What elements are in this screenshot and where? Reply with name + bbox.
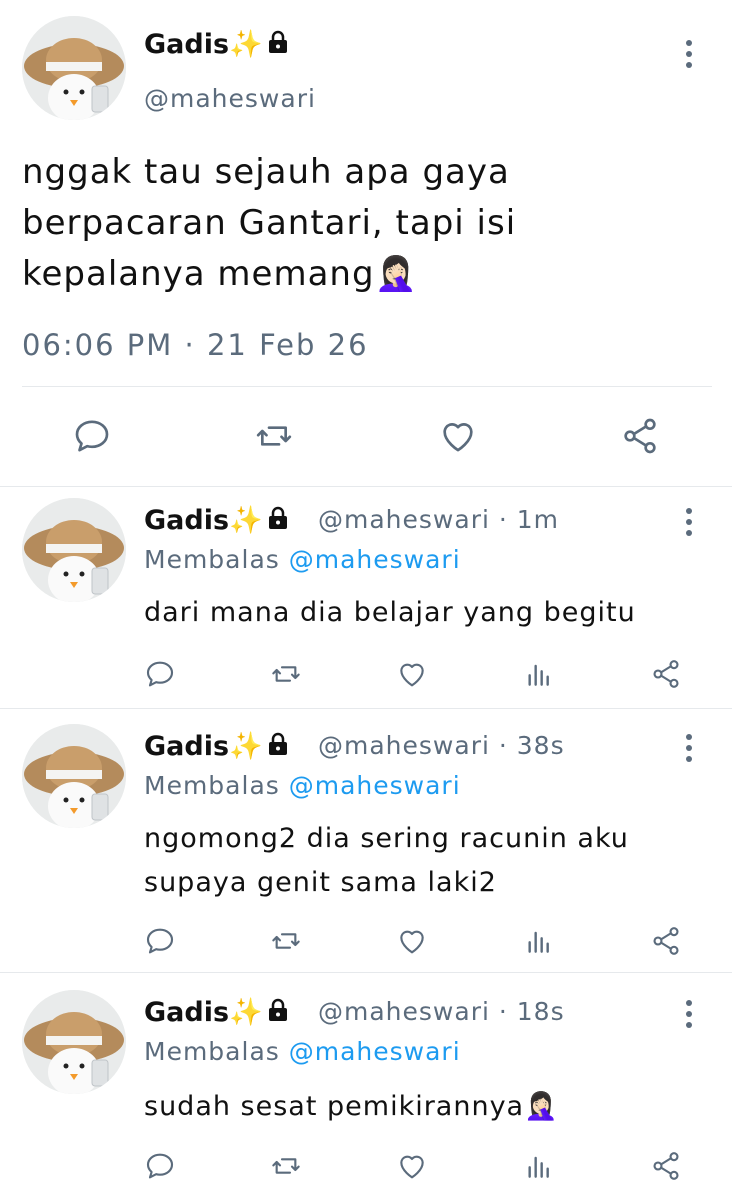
display-name[interactable]: Gadis✨ xyxy=(144,28,289,61)
like-icon[interactable] xyxy=(396,658,428,690)
reply-mention-link[interactable]: @maheswari xyxy=(289,771,461,800)
reply-icon[interactable] xyxy=(144,658,176,690)
analytics-icon[interactable] xyxy=(523,1150,555,1182)
tweet-text-line: dari mana dia belajar yang begitu xyxy=(144,597,636,628)
more-vertical-icon[interactable] xyxy=(684,508,694,541)
display-name[interactable]: Gadis✨ xyxy=(144,504,289,537)
display-name-text: Gadis xyxy=(144,505,230,536)
lock-icon xyxy=(267,30,289,61)
avatar[interactable] xyxy=(22,990,126,1094)
reply-icon[interactable] xyxy=(72,416,112,456)
retweet-icon[interactable] xyxy=(270,658,302,690)
like-icon[interactable] xyxy=(396,925,428,957)
tweet-text-line: supaya genit sama laki2 xyxy=(144,867,497,898)
display-name-text: Gadis xyxy=(144,997,230,1028)
share-icon[interactable] xyxy=(620,416,660,456)
lock-icon xyxy=(267,998,289,1029)
display-name-text: Gadis xyxy=(144,731,230,762)
sparkles-icon: ✨ xyxy=(229,505,263,536)
divider xyxy=(0,486,732,487)
share-icon[interactable] xyxy=(650,658,682,690)
like-icon[interactable] xyxy=(396,1150,428,1182)
handle[interactable]: @maheswari · 38s xyxy=(318,731,565,760)
reply-prefix: Membalas xyxy=(144,771,289,800)
handle[interactable]: @maheswari · 18s xyxy=(318,997,565,1026)
divider xyxy=(0,972,732,973)
tweet-age: · 18s xyxy=(498,997,565,1026)
reply-prefix: Membalas xyxy=(144,1037,289,1066)
display-name-text: Gadis xyxy=(144,29,230,60)
analytics-icon[interactable] xyxy=(523,658,555,690)
like-icon[interactable] xyxy=(438,416,478,456)
tweet-age: · 38s xyxy=(498,731,565,760)
reply-icon[interactable] xyxy=(144,925,176,957)
tweet-text-line: berpacaran Gantari, tapi isi xyxy=(22,203,517,243)
lock-icon xyxy=(267,506,289,537)
analytics-icon[interactable] xyxy=(523,925,555,957)
avatar[interactable] xyxy=(22,498,126,602)
tweet-text-line: ngomong2 dia sering racunin aku xyxy=(144,823,629,854)
reply-prefix: Membalas xyxy=(144,545,289,574)
share-icon[interactable] xyxy=(650,925,682,957)
avatar[interactable] xyxy=(22,724,126,828)
avatar[interactable] xyxy=(22,16,126,120)
handle-text: @maheswari xyxy=(318,505,490,534)
divider xyxy=(0,708,732,709)
retweet-icon[interactable] xyxy=(270,1150,302,1182)
lock-icon xyxy=(267,732,289,763)
reply-context: Membalas @maheswari xyxy=(144,545,461,574)
tweet-text-line: nggak tau sejauh apa gaya xyxy=(22,152,510,192)
reply-icon[interactable] xyxy=(144,1150,176,1182)
tweet-age: · 1m xyxy=(498,505,560,534)
reply-mention-link[interactable]: @maheswari xyxy=(289,1037,461,1066)
handle[interactable]: @maheswari xyxy=(144,84,316,113)
more-vertical-icon[interactable] xyxy=(684,40,694,73)
handle-text: @maheswari xyxy=(318,997,490,1026)
retweet-icon[interactable] xyxy=(270,925,302,957)
reply-context: Membalas @maheswari xyxy=(144,771,461,800)
retweet-icon[interactable] xyxy=(254,416,294,456)
reply-context: Membalas @maheswari xyxy=(144,1037,461,1066)
display-name[interactable]: Gadis✨ xyxy=(144,996,289,1029)
reply-mention-link[interactable]: @maheswari xyxy=(289,545,461,574)
handle[interactable]: @maheswari · 1m xyxy=(318,505,559,534)
sparkles-icon: ✨ xyxy=(229,29,263,60)
more-vertical-icon[interactable] xyxy=(684,734,694,767)
divider xyxy=(22,386,712,387)
sparkles-icon: ✨ xyxy=(229,997,263,1028)
handle-text: @maheswari xyxy=(318,731,490,760)
display-name[interactable]: Gadis✨ xyxy=(144,730,289,763)
tweet-timestamp[interactable]: 06:06 PM · 21 Feb 26 xyxy=(22,328,369,362)
sparkles-icon: ✨ xyxy=(229,731,263,762)
tweet-text-line: kepalanya memang🤦🏻‍♀️ xyxy=(22,254,418,294)
tweet-text-line: sudah sesat pemikirannya🤦🏻‍♀️ xyxy=(144,1091,559,1122)
more-vertical-icon[interactable] xyxy=(684,1000,694,1033)
share-icon[interactable] xyxy=(650,1150,682,1182)
